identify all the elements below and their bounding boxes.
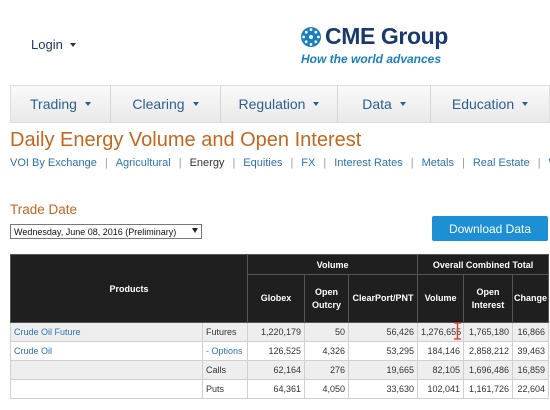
change-cell: 39,463 bbox=[512, 341, 550, 361]
login-menu[interactable]: Login bbox=[31, 37, 76, 52]
page-title: Daily Energy Volume and Open Interest bbox=[10, 129, 362, 151]
subnav-separator: | bbox=[290, 157, 294, 169]
voi-table: Products Volume Overall Combined Total G… bbox=[9, 254, 550, 399]
nav-item-label: Clearing bbox=[132, 96, 185, 112]
voi-subnav: VOI By Exchange | Agricultural | Energy | E… bbox=[10, 157, 550, 169]
cme-globe-logo-icon bbox=[301, 26, 321, 47]
table-row: Crude Oil - Options 126,525 4,326 53,295… bbox=[10, 341, 550, 361]
volume-cell: 184,146 bbox=[417, 341, 465, 361]
volume-cell: 102,041 bbox=[417, 379, 465, 399]
open-interest-cell: 1,765,180 bbox=[463, 322, 514, 342]
nav-item-label: Regulation bbox=[238, 96, 306, 112]
change-cell: 16,859 bbox=[512, 360, 550, 380]
subnav-metals[interactable]: Metals bbox=[422, 157, 454, 169]
col-clearport: ClearPort/PNT bbox=[348, 274, 419, 323]
product-link[interactable]: Crude Oil Future bbox=[14, 327, 81, 337]
cme-group-logo[interactable]: CME Group How the world advances bbox=[300, 23, 448, 66]
caret-down-icon bbox=[522, 102, 529, 106]
globex-cell: 62,164 bbox=[247, 360, 306, 380]
main-nav: Trading Clearing Regulation Data Educati… bbox=[10, 85, 550, 123]
logo-wordmark: CME Group bbox=[325, 23, 448, 49]
open-interest-cell: 2,858,212 bbox=[463, 341, 514, 361]
nav-item-clearing[interactable]: Clearing bbox=[111, 86, 221, 122]
select-arrow-icon bbox=[192, 228, 198, 233]
col-open-interest: Open Interest bbox=[463, 274, 514, 323]
open-interest-cell: 1,161,726 bbox=[463, 379, 514, 399]
volume-group-header: Volume bbox=[247, 254, 419, 275]
caret-down-icon bbox=[69, 42, 76, 47]
subnav-voi-by-exchange[interactable]: VOI By Exchange bbox=[10, 157, 97, 169]
subnav-energy-current: Energy bbox=[189, 157, 225, 169]
caret-down-icon bbox=[313, 102, 320, 106]
nav-item-data[interactable]: Data bbox=[338, 86, 431, 122]
outcry-cell: 276 bbox=[304, 360, 350, 380]
col-globex: Globex bbox=[247, 274, 306, 323]
product-cell bbox=[10, 360, 203, 380]
outcry-cell: 4,050 bbox=[304, 379, 350, 399]
nav-item-trading[interactable]: Trading bbox=[11, 86, 111, 122]
login-label: Login bbox=[31, 37, 63, 52]
clearport-cell: 53,295 bbox=[348, 341, 419, 361]
overall-total-header: Overall Combined Total bbox=[417, 254, 550, 275]
col-label-line: Open bbox=[476, 286, 500, 297]
change-cell: 22,604 bbox=[512, 379, 550, 399]
col-change: Change bbox=[512, 274, 550, 323]
clearport-cell: 19,665 bbox=[348, 360, 419, 380]
col-volume: Volume bbox=[417, 274, 465, 323]
subnav-separator: | bbox=[410, 157, 414, 169]
table-row: Crude Oil Future Futures 1,220,179 50 56… bbox=[10, 322, 550, 342]
trade-date-value: Wednesday, June 08, 2016 (Preliminary) bbox=[14, 226, 177, 237]
table-row: Puts 64,361 4,050 33,630 102,041 1,161,7… bbox=[10, 379, 550, 399]
globex-cell: 1,220,179 bbox=[247, 322, 306, 342]
caret-down-icon bbox=[84, 102, 91, 106]
clearport-cell: 33,630 bbox=[348, 379, 419, 399]
open-interest-cell: 1,696,486 bbox=[463, 360, 514, 380]
product-cell: Crude Oil Future bbox=[10, 322, 203, 342]
subnav-separator: | bbox=[232, 157, 236, 169]
volume-cell: 82,105 bbox=[417, 360, 465, 380]
globex-cell: 126,525 bbox=[247, 341, 306, 361]
nav-item-education[interactable]: Education bbox=[431, 86, 549, 122]
subnav-separator: | bbox=[537, 157, 541, 169]
subnav-real-estate[interactable]: Real Estate bbox=[473, 157, 530, 169]
caret-down-icon bbox=[399, 102, 406, 106]
col-label-line: Interest bbox=[471, 299, 505, 310]
type-cell: Puts bbox=[201, 379, 249, 399]
type-cell: Calls bbox=[201, 360, 249, 380]
nav-item-regulation[interactable]: Regulation bbox=[221, 86, 338, 122]
product-cell: Crude Oil bbox=[10, 341, 203, 361]
product-link[interactable]: Crude Oil bbox=[14, 346, 52, 356]
subnav-agricultural[interactable]: Agricultural bbox=[116, 157, 171, 169]
subnav-equities[interactable]: Equities bbox=[243, 157, 282, 169]
download-data-button[interactable]: Download Data bbox=[432, 216, 548, 241]
col-open-outcry: Open Outcry bbox=[304, 274, 350, 323]
subnav-interest-rates[interactable]: Interest Rates bbox=[334, 157, 402, 169]
mouse-cursor-icon bbox=[454, 322, 461, 340]
caret-down-icon bbox=[192, 102, 199, 106]
options-link[interactable]: - Options bbox=[201, 341, 249, 361]
logo-tagline: How the world advances bbox=[301, 52, 442, 66]
subnav-separator: | bbox=[178, 157, 182, 169]
col-label-line: Open bbox=[315, 286, 339, 297]
change-cell: 16,866 bbox=[512, 322, 550, 342]
outcry-cell: 50 bbox=[304, 322, 350, 342]
nav-item-label: Data bbox=[362, 96, 392, 112]
trade-date-label: Trade Date bbox=[10, 202, 78, 217]
col-label-line: Outcry bbox=[312, 299, 342, 310]
subnav-separator: | bbox=[104, 157, 108, 169]
nav-item-label: Trading bbox=[30, 96, 77, 112]
subnav-fx[interactable]: FX bbox=[301, 157, 315, 169]
type-cell: Futures bbox=[201, 322, 249, 342]
clearport-cell: 56,426 bbox=[348, 322, 419, 342]
subnav-separator: | bbox=[461, 157, 465, 169]
table-header-row: Products Volume Overall Combined Total bbox=[9, 254, 550, 323]
nav-item-label: Education bbox=[451, 96, 515, 112]
products-header: Products bbox=[9, 254, 249, 323]
table-row: Calls 62,164 276 19,665 82,105 1,696,486… bbox=[10, 360, 550, 380]
subnav-separator: | bbox=[323, 157, 327, 169]
trade-date-select[interactable]: Wednesday, June 08, 2016 (Preliminary) bbox=[10, 224, 202, 239]
product-cell bbox=[10, 379, 203, 399]
globex-cell: 64,361 bbox=[247, 379, 306, 399]
outcry-cell: 4,326 bbox=[304, 341, 350, 361]
